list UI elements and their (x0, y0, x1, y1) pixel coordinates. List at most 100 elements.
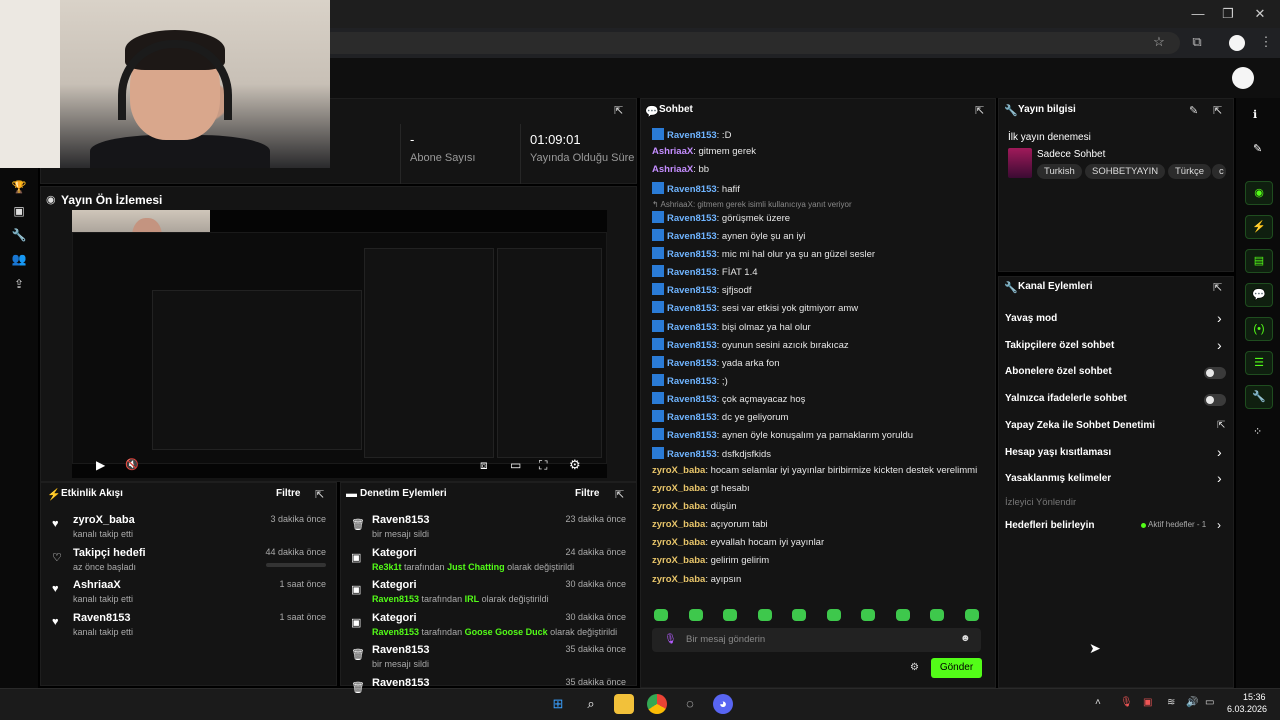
trophy-icon[interactable]: 🏆 (10, 180, 28, 198)
chat-username[interactable]: Raven8153 (667, 130, 717, 141)
file-explorer-icon[interactable] (614, 694, 634, 714)
popout-icon[interactable]: ⇱ (1213, 104, 1222, 117)
chat-username[interactable]: Raven8153 (667, 412, 717, 423)
chevron-right-icon[interactable]: › (1217, 444, 1222, 460)
channel-action-item[interactable]: Yasaklanmış kelimeler (1005, 473, 1111, 484)
rail-button-bolt[interactable]: ⚡ (1245, 215, 1273, 239)
channel-action-item[interactable]: Takipçilere özel sohbet (1005, 340, 1114, 351)
activity-filter[interactable]: Filtre (276, 488, 300, 499)
minimize-icon[interactable]: — (1183, 4, 1213, 24)
chat-username[interactable]: zyroX_baba (652, 537, 705, 548)
emote-icon[interactable] (826, 609, 841, 621)
chat-username[interactable]: AshriaaX (652, 164, 693, 175)
chat-username[interactable]: Raven8153 (667, 285, 717, 296)
emote-icon[interactable] (688, 609, 703, 621)
popout-icon[interactable]: ⇱ (615, 488, 624, 501)
upload-icon[interactable]: ⇪ (10, 277, 28, 295)
windows-start-icon[interactable]: ⊞ (548, 694, 568, 714)
extensions-icon[interactable]: ⧉ (1187, 34, 1207, 52)
video-icon[interactable]: ▣ (10, 204, 28, 222)
moderation-filter[interactable]: Filtre (575, 488, 599, 499)
rail-button-notes[interactable]: ▤ (1245, 249, 1273, 273)
rail-button-stats[interactable]: ◉ (1245, 181, 1273, 205)
chat-username[interactable]: zyroX_baba (652, 501, 705, 512)
chat-username[interactable]: Raven8153 (667, 231, 717, 242)
chat-username[interactable]: Raven8153 (667, 449, 717, 460)
search-icon[interactable]: ⌕ (581, 694, 601, 714)
chevron-right-icon[interactable]: › (1217, 310, 1222, 326)
chat-username[interactable]: Raven8153 (667, 394, 717, 405)
send-button[interactable]: Gönder (931, 658, 982, 678)
tray-camera-icon[interactable]: ▣ (1143, 697, 1152, 708)
chrome-icon[interactable] (647, 694, 667, 714)
wifi-icon[interactable]: ≋ (1167, 697, 1175, 708)
popout-icon[interactable]: ⇱ (614, 104, 623, 117)
info-icon[interactable]: ℹ (1253, 108, 1257, 121)
chevron-right-icon[interactable]: › (1217, 470, 1222, 486)
clock-date[interactable]: 6.03.2026 (1227, 704, 1267, 714)
chevron-right-icon[interactable]: › (1217, 337, 1222, 353)
channel-action-item[interactable]: Yalnızca ifadelerle sohbet (1005, 393, 1127, 404)
theater-icon[interactable]: ▭ (510, 458, 521, 472)
clock-time[interactable]: 15:36 (1243, 692, 1266, 702)
chat-username[interactable]: Raven8153 (667, 303, 717, 314)
chevron-right-icon[interactable]: › (1217, 518, 1221, 532)
chat-username[interactable]: Raven8153 (667, 340, 717, 351)
emote-icon[interactable] (895, 609, 910, 621)
chat-username[interactable]: zyroX_baba (652, 519, 705, 530)
discord-icon[interactable]: ◕ (713, 694, 733, 714)
address-bar[interactable] (320, 32, 1180, 54)
bookmark-star-icon[interactable]: ☆ (1149, 34, 1169, 52)
battery-icon[interactable]: ▭ (1205, 697, 1214, 708)
popout-icon[interactable]: ⇱ (315, 488, 324, 501)
fullscreen-icon[interactable]: ⛶ (539, 458, 547, 473)
chat-username[interactable]: Raven8153 (667, 430, 717, 441)
emote-icon[interactable] (861, 609, 875, 621)
tray-chevron-icon[interactable]: ˄ (1095, 697, 1101, 708)
close-icon[interactable]: ✕ (1245, 4, 1275, 24)
popout-icon[interactable]: ⇱ (1213, 281, 1222, 294)
emote-icon[interactable] (930, 609, 944, 621)
rail-button-chat[interactable]: 💬 (1245, 283, 1273, 307)
tray-mic-icon[interactable]: 🎙 (1120, 697, 1133, 708)
user-avatar[interactable] (1232, 67, 1254, 89)
rail-button-broadcast[interactable]: (•) (1245, 317, 1273, 341)
chat-settings-icon[interactable]: ⚙ (910, 662, 919, 673)
chat-username[interactable]: Raven8153 (667, 249, 717, 260)
chat-username[interactable]: zyroX_baba (652, 555, 705, 566)
chat-username[interactable]: Raven8153 (667, 213, 717, 224)
chat-username[interactable]: Raven8153 (667, 358, 717, 369)
pip-icon[interactable]: ⧈ (480, 458, 488, 473)
stream-preview-video[interactable] (72, 210, 607, 478)
emote-icon[interactable] (792, 609, 806, 621)
channel-action-item[interactable]: Yapay Zeka ile Sohbet Denetimi (1005, 420, 1155, 431)
settings-icon[interactable]: ⚙ (569, 457, 581, 473)
popout-icon[interactable]: ⇱ (975, 104, 984, 117)
chat-username[interactable]: zyroX_baba (652, 574, 705, 585)
channel-action-item[interactable]: Abonelere özel sohbet (1005, 366, 1112, 377)
toggle-switch[interactable] (1204, 394, 1226, 407)
volume-icon[interactable]: 🔊 (1186, 697, 1198, 708)
channel-action-item[interactable]: Hesap yaşı kısıtlaması (1005, 447, 1111, 458)
chat-username[interactable]: zyroX_baba (652, 465, 705, 476)
emoji-icon[interactable]: ☻ (960, 633, 971, 644)
chat-username[interactable]: AshriaaX (652, 146, 693, 157)
browser-menu-icon[interactable]: ⋮ (1256, 34, 1276, 52)
chat-username[interactable]: Raven8153 (667, 184, 717, 195)
emote-icon[interactable] (964, 609, 979, 621)
apps-icon[interactable]: ⁘ (1253, 425, 1262, 438)
rail-button-mod[interactable]: ☰ (1245, 351, 1273, 375)
rail-button-wrench[interactable]: 🔧 (1245, 385, 1273, 409)
goals-item[interactable]: Hedefleri belirleyin (1005, 520, 1094, 531)
emote-icon[interactable] (723, 609, 737, 621)
chat-username[interactable]: Raven8153 (667, 322, 717, 333)
play-icon[interactable]: ▶ (96, 458, 105, 472)
emote-icon[interactable] (654, 609, 668, 621)
maximize-icon[interactable]: ❐ (1213, 4, 1243, 24)
profile-avatar[interactable] (1229, 35, 1245, 51)
mute-icon[interactable]: 🔇 (125, 458, 139, 471)
users-icon[interactable]: 👥 (10, 252, 28, 270)
channel-action-item[interactable]: Yavaş mod (1005, 313, 1057, 324)
microphone-icon[interactable]: 🎙 (664, 634, 677, 645)
chat-username[interactable]: zyroX_baba (652, 483, 705, 494)
